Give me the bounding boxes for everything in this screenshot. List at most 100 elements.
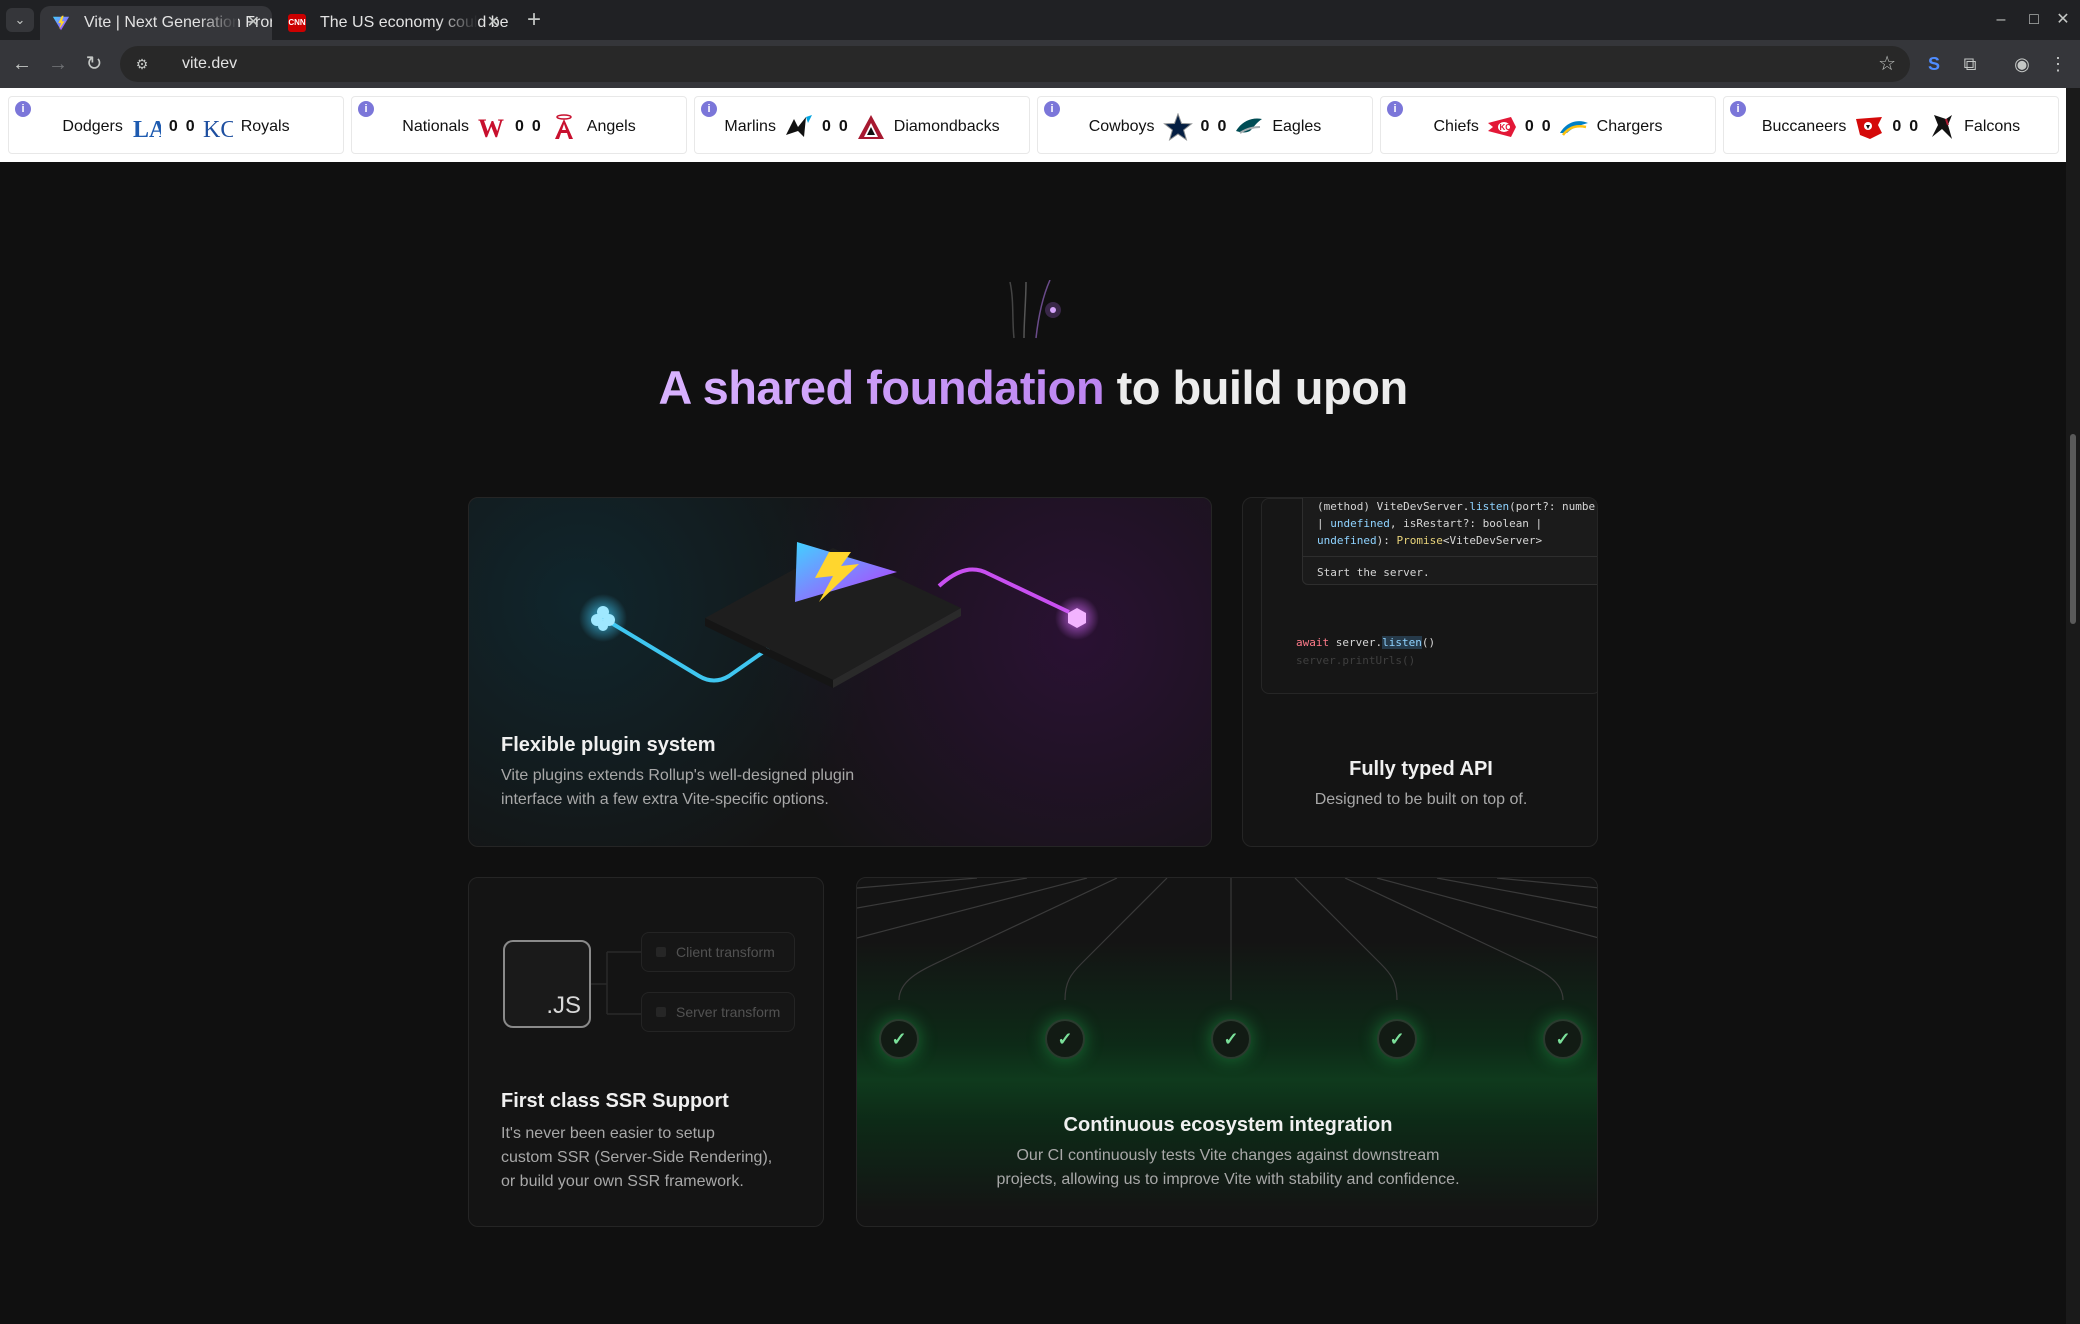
home-score: 0 <box>531 118 541 135</box>
tooltip-doc: Start the server. <box>1317 566 1430 579</box>
away-score: 0 <box>821 118 831 135</box>
chiefs-logo-icon: KC <box>1487 117 1516 137</box>
plugin-system-card: Flexible plugin system Vite plugins exte… <box>468 497 1212 847</box>
away-score: 0 <box>514 118 524 135</box>
tab-title: Vite | Next Generation Frontend Tooling <box>84 14 272 31</box>
typed-api-card: (method) ViteDevServer.listen(port?: num… <box>1242 497 1598 847</box>
tab-title: The US economy could be in for a rough r… <box>320 14 512 31</box>
maximize-icon[interactable]: □ <box>2019 6 2049 34</box>
tab-close-icon[interactable]: ✕ <box>247 6 260 40</box>
check-icon: ✓ <box>1543 1019 1583 1059</box>
diamondbacks-logo-icon <box>857 115 884 139</box>
home-score: 0 <box>185 118 195 135</box>
game-card[interactable]: i Nationals W 0 0 Angels <box>351 96 687 154</box>
close-window-icon[interactable]: ✕ <box>2048 6 2078 34</box>
ssr-description-line2: custom SSR (Server-Side Rendering), <box>501 1149 773 1166</box>
svg-text:LA: LA <box>133 117 161 141</box>
away-score: 0 <box>168 118 178 135</box>
scrollbar-thumb[interactable] <box>2070 434 2076 624</box>
server-transform-pill: Server transform <box>641 992 795 1032</box>
plugin-description-line1: Vite plugins extends Rollup's well-desig… <box>501 767 855 784</box>
home-team: Angels <box>586 118 636 135</box>
section-heading: A shared foundation to build upon <box>658 361 1408 414</box>
ssr-support-card: .JS Client transform Server transform Fi… <box>468 877 824 1227</box>
away-team: Chiefs <box>1433 118 1479 135</box>
ci-description-line2: projects, allowing us to improve Vite wi… <box>996 1171 1460 1188</box>
browser-menu-icon[interactable]: ⋮ <box>2044 50 2072 78</box>
back-arrow-icon[interactable]: ← <box>8 50 36 78</box>
eagles-logo-icon <box>1236 118 1263 134</box>
client-transform-pill: Client transform <box>641 932 795 972</box>
falcons-logo-icon <box>1932 115 1953 139</box>
ci-fan-lines <box>857 878 1597 1001</box>
cnn-favicon-icon: CNN <box>288 14 306 32</box>
home-team: Chargers <box>1596 118 1663 135</box>
svg-text:KC: KC <box>1499 123 1511 132</box>
typed-api-description: Designed to be built on top of. <box>1314 791 1528 808</box>
ci-title: Continuous ecosystem integration <box>1063 1114 1393 1136</box>
code-line-1: await server.listen() <box>1296 636 1436 649</box>
site-settings-icon[interactable]: ⚙ <box>132 54 152 74</box>
page-scrollbar[interactable] <box>2066 88 2080 1324</box>
browser-toolbar: ← → ↻ ⚙ vite.dev ☆ S ⧉ ◉ ⋮ <box>0 40 2080 88</box>
tab-cnn[interactable]: CNN The US economy could be in for a rou… <box>276 6 512 40</box>
game-card[interactable]: i Marlins 0 0 Diamondbacks <box>694 96 1030 154</box>
light-streaks-decoration-icon <box>1009 280 1061 339</box>
tab-search-chevron-down-icon[interactable]: ⌄ <box>6 8 34 32</box>
buccaneers-logo-icon <box>1856 117 1883 139</box>
js-file-icon: .JS <box>503 940 591 1028</box>
game-card[interactable]: i Dodgers LA 0 0 KC Royals <box>8 96 344 154</box>
plugin-description-line2: interface with a few extra Vite-specific… <box>501 791 829 808</box>
extension-s-icon[interactable]: S <box>1920 50 1948 78</box>
home-score: 0 <box>1909 118 1919 135</box>
minimize-icon[interactable]: – <box>1986 6 2016 34</box>
home-score: 0 <box>1217 118 1227 135</box>
away-team: Dodgers <box>62 118 123 135</box>
address-bar[interactable]: ⚙ vite.dev ☆ <box>120 46 1910 82</box>
dodgers-logo-icon: LA <box>133 117 161 141</box>
ecosystem-ci-card: ✓ ✓ ✓ ✓ ✓ Continuous ecosystem integrati… <box>856 877 1598 1227</box>
bookmark-star-icon[interactable]: ☆ <box>1878 52 1896 76</box>
away-team: Buccaneers <box>1761 118 1847 135</box>
tab-bar: ⌄ Vite | Next Generation Frontend Toolin… <box>0 0 2080 40</box>
profile-avatar-icon[interactable]: ◉ <box>2008 50 2036 78</box>
type-tooltip: (method) ViteDevServer.listen(port?: num… <box>1302 498 1597 585</box>
new-tab-plus-icon[interactable]: + <box>520 6 548 34</box>
away-score: 0 <box>1200 118 1210 135</box>
reload-icon[interactable]: ↻ <box>80 50 108 78</box>
marlins-logo-icon <box>785 115 812 137</box>
url-text[interactable]: vite.dev <box>182 46 237 82</box>
game-card[interactable]: i Chiefs KC 0 0 Chargers <box>1380 96 1716 154</box>
extensions-puzzle-icon[interactable]: ⧉ <box>1956 50 1984 78</box>
away-team: Marlins <box>724 118 776 135</box>
tab-close-icon[interactable]: ✕ <box>487 6 500 40</box>
check-icon: ✓ <box>1211 1019 1251 1059</box>
tab-vite[interactable]: Vite | Next Generation Frontend Tooling … <box>40 6 272 40</box>
home-score: 0 <box>1541 118 1551 135</box>
vite-favicon-icon <box>52 15 70 31</box>
home-team: Falcons <box>1964 118 2021 135</box>
home-team: Royals <box>240 118 290 135</box>
chargers-logo-icon <box>1559 121 1588 136</box>
check-icon: ✓ <box>1377 1019 1417 1059</box>
forward-arrow-icon[interactable]: → <box>44 50 72 78</box>
svg-text:KC: KC <box>203 117 233 141</box>
home-score: 0 <box>838 118 848 135</box>
svg-text:W: W <box>478 114 504 141</box>
check-icon: ✓ <box>1045 1019 1085 1059</box>
ci-description-line1: Our CI continuously tests Vite changes a… <box>1016 1147 1440 1164</box>
royals-logo-icon: KC <box>203 117 233 141</box>
home-team: Eagles <box>1272 118 1322 135</box>
home-team: Diamondbacks <box>893 118 1000 135</box>
game-card[interactable]: i Cowboys 0 0 Eagles <box>1037 96 1373 154</box>
away-score: 0 <box>1892 118 1902 135</box>
plugin-diagram-illustration <box>579 542 1099 688</box>
away-team: Nationals <box>402 118 469 135</box>
game-card[interactable]: i Buccaneers 0 0 Falcons <box>1723 96 2059 154</box>
ssr-description-line1: It's never been easier to setup <box>501 1125 715 1142</box>
ssr-title: First class SSR Support <box>501 1090 729 1112</box>
ssr-description-line3: or build your own SSR framework. <box>501 1173 744 1190</box>
away-team: Cowboys <box>1088 118 1155 135</box>
scores-ticker: i Dodgers LA 0 0 KC Royals i Nationals W… <box>0 88 2066 162</box>
check-icon: ✓ <box>879 1019 919 1059</box>
